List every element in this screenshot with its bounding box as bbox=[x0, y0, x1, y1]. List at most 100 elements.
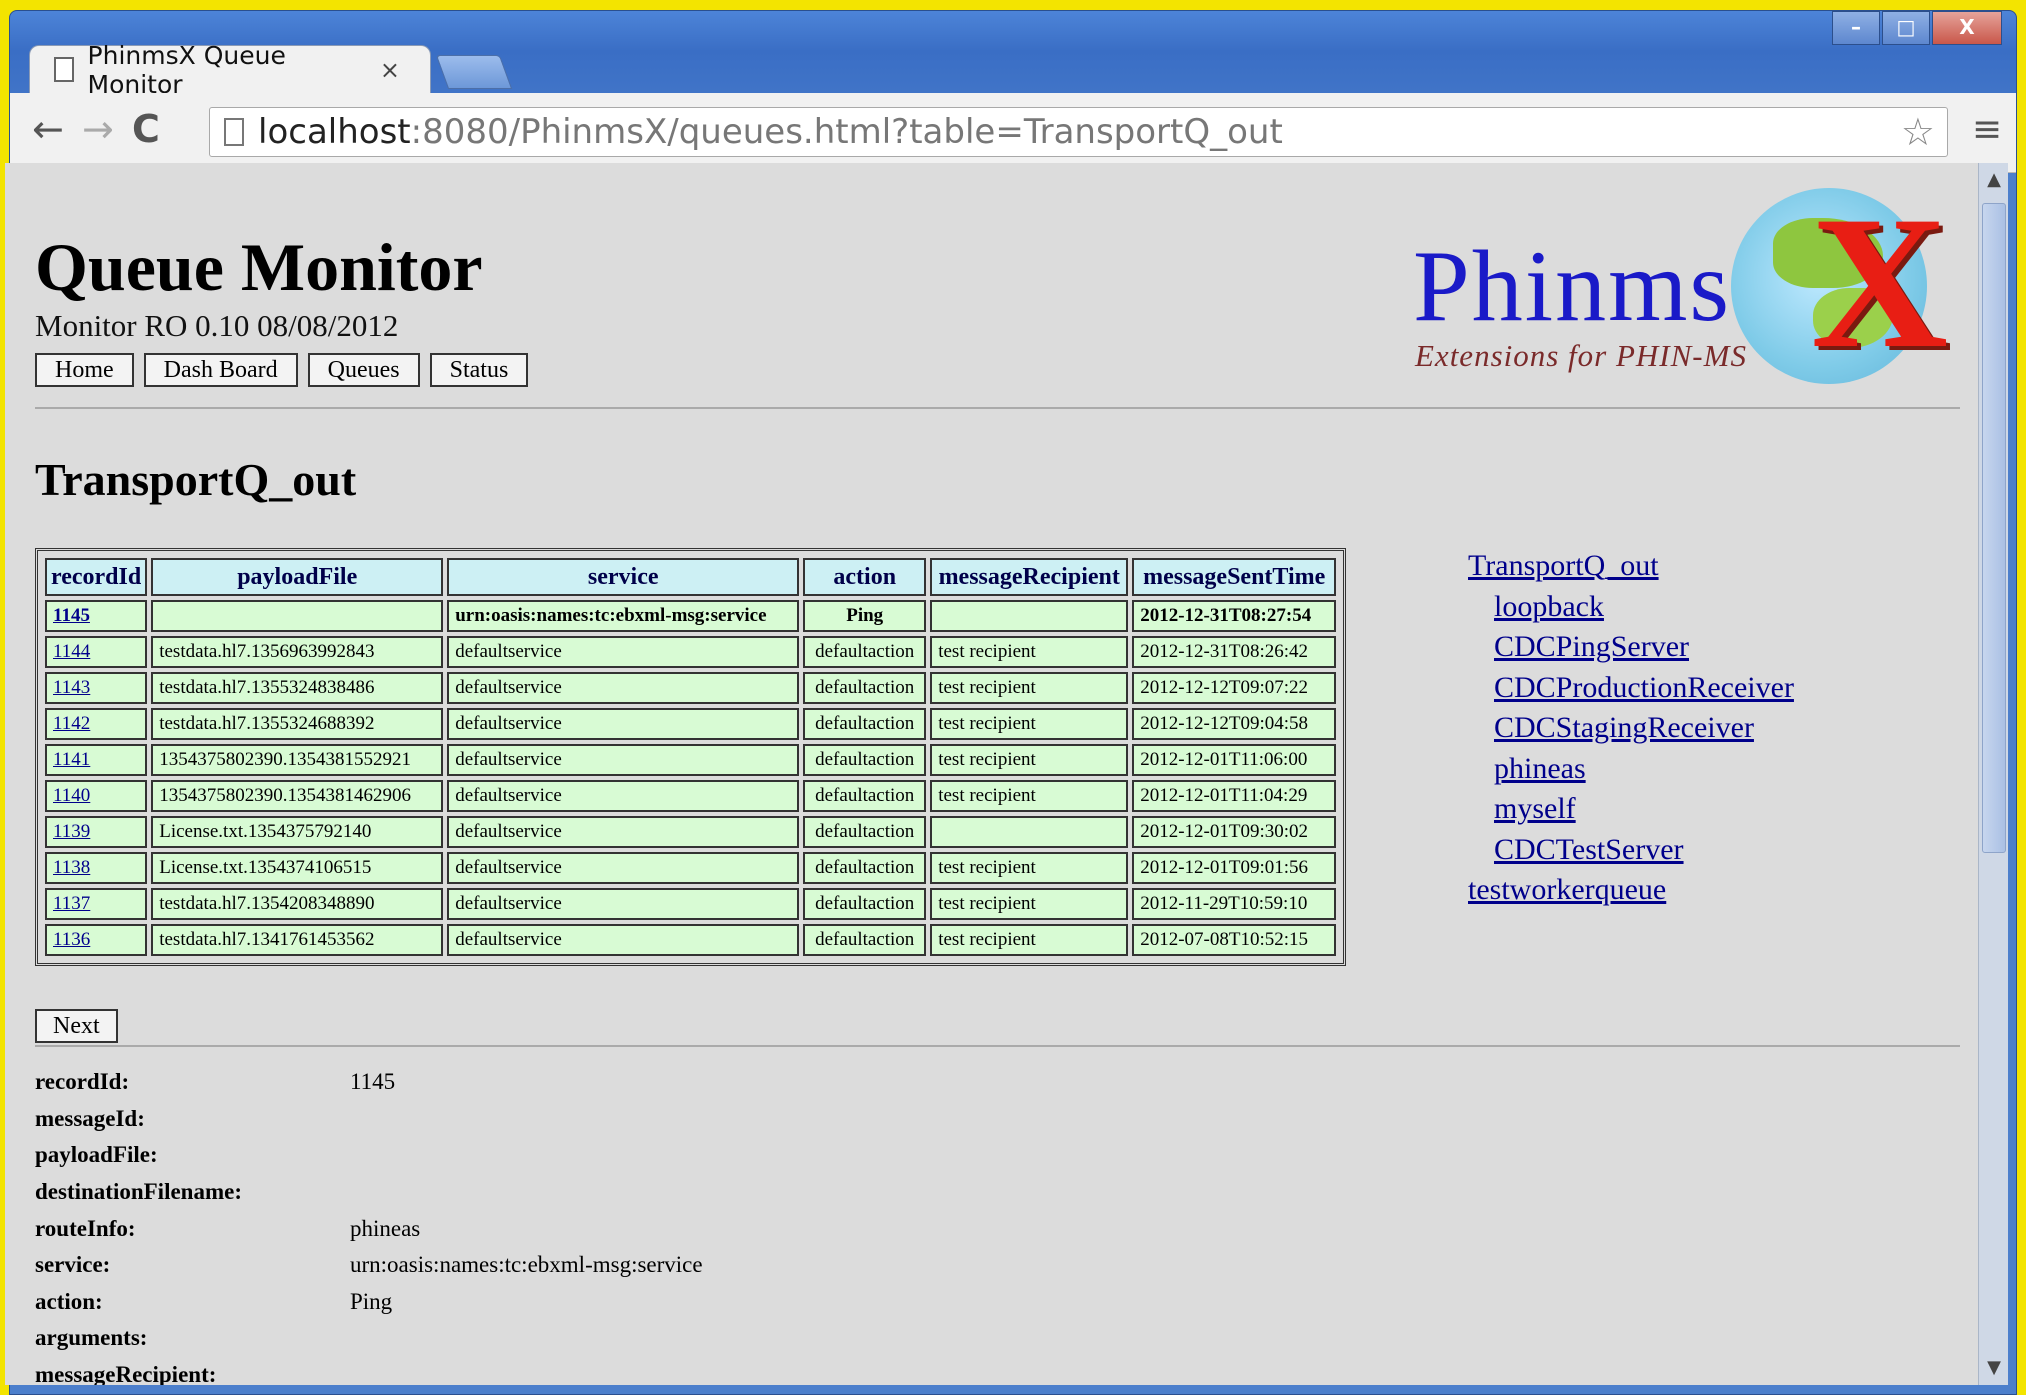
table-cell[interactable]: 1144 bbox=[45, 636, 148, 668]
queue-link[interactable]: CDCProductionReceiver bbox=[1468, 668, 1794, 709]
record-link[interactable]: 1143 bbox=[53, 677, 90, 698]
table-cell[interactable]: 1143 bbox=[45, 672, 148, 704]
cell-text: 2012-07-08T10:52:15 bbox=[1140, 929, 1309, 950]
cell-text: test recipient bbox=[938, 677, 1036, 698]
minimize-button[interactable]: – bbox=[1832, 11, 1880, 45]
col-header[interactable]: recordId bbox=[45, 558, 148, 596]
table-cell: 1354375802390.1354381462906 bbox=[151, 780, 444, 812]
address-bar[interactable]: localhost :8080/PhinmsX/queues.html?tabl… bbox=[209, 107, 1948, 157]
cell-text: test recipient bbox=[938, 929, 1036, 950]
reload-icon[interactable]: C bbox=[132, 107, 160, 151]
table-cell[interactable]: 1139 bbox=[45, 816, 148, 848]
cell-text: 1354375802390.1354381462906 bbox=[159, 785, 411, 806]
scroll-up-icon[interactable]: ▲ bbox=[1979, 165, 2009, 195]
status-button[interactable]: Status bbox=[429, 353, 529, 387]
cell-text: defaultaction bbox=[815, 749, 915, 770]
page-title: Queue Monitor bbox=[35, 229, 483, 305]
col-header[interactable]: action bbox=[803, 558, 927, 596]
table-cell[interactable]: 1136 bbox=[45, 924, 148, 956]
cell-text: defaultaction bbox=[815, 677, 915, 698]
cell-text: defaultservice bbox=[455, 641, 562, 662]
queue-link[interactable]: TransportQ_out bbox=[1468, 546, 1794, 587]
table-cell[interactable]: 1140 bbox=[45, 780, 148, 812]
detail-key: messageRecipient: bbox=[35, 1362, 217, 1385]
table-cell: test recipient bbox=[930, 672, 1129, 704]
detail-row: messageRecipient: bbox=[35, 1357, 703, 1385]
tab-close-icon[interactable]: × bbox=[380, 56, 400, 84]
table-cell[interactable]: 1141 bbox=[45, 744, 148, 776]
table-cell[interactable]: 1137 bbox=[45, 888, 148, 920]
cell-text: defaultservice bbox=[455, 893, 562, 914]
queue-table-frame: recordId payloadFile service action mess… bbox=[35, 548, 1347, 966]
record-link[interactable]: 1145 bbox=[53, 605, 90, 626]
table-cell[interactable]: 1138 bbox=[45, 852, 148, 884]
table-cell: test recipient bbox=[930, 708, 1129, 740]
cell-text: defaultservice bbox=[455, 857, 562, 878]
back-icon[interactable]: ← bbox=[32, 107, 64, 151]
col-header[interactable]: messageRecipient bbox=[930, 558, 1129, 596]
next-button[interactable]: Next bbox=[35, 1009, 118, 1043]
table-row: 1136 testdata.hl7.1341761453562 defaultser… bbox=[45, 924, 1337, 956]
record-details: recordId: 1145 messageId: payloadFile: desti… bbox=[35, 1064, 703, 1385]
queue-link[interactable]: CDCPingServer bbox=[1468, 627, 1794, 668]
table-row: 1141 1354375802390.1354381552921 defaultse… bbox=[45, 744, 1337, 776]
divider bbox=[35, 407, 1960, 409]
bookmark-star-icon[interactable]: ☆ bbox=[1901, 110, 1935, 154]
col-header[interactable]: messageSentTime bbox=[1132, 558, 1337, 596]
queue-link[interactable]: myself bbox=[1468, 789, 1794, 830]
table-body: 1145 urn:oasis:names:tc:ebxml-msg:service… bbox=[45, 600, 1337, 956]
table-cell: defaultservice bbox=[447, 744, 800, 776]
cell-text: test recipient bbox=[938, 785, 1036, 806]
browser-tab[interactable]: PhinmsX Queue Monitor × bbox=[29, 41, 431, 99]
record-link[interactable]: 1142 bbox=[53, 713, 90, 734]
table-cell: 2012-12-12T09:04:58 bbox=[1132, 708, 1337, 740]
cell-text: defaultservice bbox=[455, 677, 562, 698]
table-cell: defaultservice bbox=[447, 636, 800, 668]
table-cell: defaultaction bbox=[803, 672, 927, 704]
detail-row: recordId: 1145 bbox=[35, 1064, 703, 1101]
table-cell: 2012-12-01T09:30:02 bbox=[1132, 816, 1337, 848]
col-header[interactable]: service bbox=[447, 558, 800, 596]
detail-key: action: bbox=[35, 1288, 103, 1314]
table-row: 1143 testdata.hl7.1355324838486 defaultser… bbox=[45, 672, 1337, 704]
queue-link[interactable]: phineas bbox=[1468, 749, 1794, 790]
maximize-button[interactable]: □ bbox=[1882, 11, 1930, 45]
forward-icon[interactable]: → bbox=[82, 107, 114, 151]
table-row: 1138 License.txt.1354374106515 defaultserv… bbox=[45, 852, 1337, 884]
queue-link[interactable]: loopback bbox=[1468, 587, 1794, 628]
detail-key: destinationFilename: bbox=[35, 1179, 242, 1205]
table-cell: defaultservice bbox=[447, 924, 800, 956]
detail-value: urn:oasis:names:tc:ebxml-msg:service bbox=[350, 1252, 703, 1278]
dashboard-button[interactable]: Dash Board bbox=[143, 353, 298, 387]
record-link[interactable]: 1140 bbox=[53, 785, 90, 806]
queue-link[interactable]: testworkerqueue bbox=[1468, 870, 1794, 911]
cell-text: 2012-12-01T09:01:56 bbox=[1140, 857, 1309, 878]
queue-link[interactable]: CDCTestServer bbox=[1468, 830, 1794, 871]
scroll-down-icon[interactable]: ▼ bbox=[1979, 1353, 2009, 1383]
scroll-thumb[interactable] bbox=[1982, 203, 2006, 853]
new-tab-button[interactable] bbox=[435, 55, 513, 89]
table-cell[interactable]: 1142 bbox=[45, 708, 148, 740]
col-header[interactable]: payloadFile bbox=[151, 558, 444, 596]
record-link[interactable]: 1144 bbox=[53, 641, 90, 662]
table-cell: defaultservice bbox=[447, 888, 800, 920]
detail-row: destinationFilename: bbox=[35, 1174, 703, 1211]
vertical-scrollbar[interactable]: ▲ ▼ bbox=[1978, 163, 2008, 1385]
queue-link[interactable]: CDCStagingReceiver bbox=[1468, 708, 1794, 749]
home-button[interactable]: Home bbox=[35, 353, 134, 387]
record-link[interactable]: 1138 bbox=[53, 857, 90, 878]
close-window-button[interactable]: X bbox=[1932, 11, 2002, 45]
detail-key: recordId: bbox=[35, 1069, 130, 1095]
logo-word: Phinms bbox=[1413, 230, 1732, 343]
cell-text: urn:oasis:names:tc:ebxml-msg:service bbox=[455, 605, 767, 626]
record-link[interactable]: 1136 bbox=[53, 929, 90, 950]
table-cell[interactable]: 1145 bbox=[45, 600, 148, 632]
queues-button[interactable]: Queues bbox=[307, 353, 420, 387]
record-link[interactable]: 1141 bbox=[53, 749, 90, 770]
table-cell: 2012-12-01T09:01:56 bbox=[1132, 852, 1337, 884]
record-link[interactable]: 1137 bbox=[53, 893, 90, 914]
table-cell: defaultaction bbox=[803, 816, 927, 848]
cell-text: test recipient bbox=[938, 749, 1036, 770]
menu-icon[interactable]: ≡ bbox=[1972, 109, 2002, 150]
record-link[interactable]: 1139 bbox=[53, 821, 90, 842]
